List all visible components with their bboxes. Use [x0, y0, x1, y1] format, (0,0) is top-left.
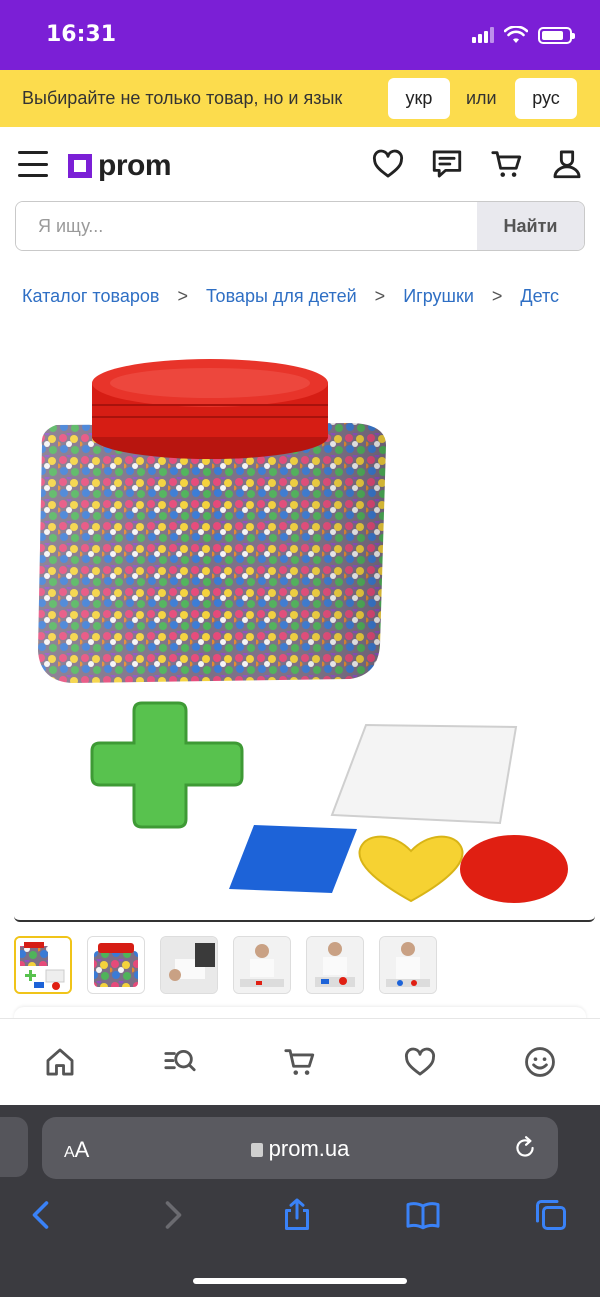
home-icon[interactable]	[43, 1045, 77, 1079]
wifi-icon	[504, 26, 528, 43]
heart-icon[interactable]	[403, 1045, 437, 1079]
heart-icon[interactable]	[371, 147, 405, 181]
lang-or-label: или	[466, 88, 497, 108]
status-time: 16:31	[46, 22, 117, 47]
chevron-right-icon: >	[491, 286, 503, 306]
url-display[interactable]: prom.ua	[42, 1136, 558, 1162]
breadcrumb-kids[interactable]: Детс	[520, 286, 559, 306]
product-image	[38, 359, 568, 903]
user-icon[interactable]	[550, 147, 584, 181]
breadcrumb-catalog[interactable]: Каталог товаров	[22, 286, 159, 306]
thumbnail-3[interactable]	[160, 936, 218, 994]
cart-icon[interactable]	[283, 1045, 317, 1079]
chat-icon[interactable]	[430, 147, 464, 181]
breadcrumb: Каталог товаров > Товары для детей > Игрушки…	[22, 286, 600, 312]
chevron-right-icon: >	[177, 286, 188, 306]
product-image-gallery[interactable]	[14, 345, 595, 922]
tabs-icon[interactable]	[533, 1197, 569, 1233]
search-bar: Найти	[15, 201, 585, 251]
logo-text: prom	[98, 149, 172, 182]
reload-icon[interactable]	[512, 1135, 538, 1161]
prom-logo[interactable]: prom	[68, 149, 172, 183]
thumbnail-2[interactable]	[87, 936, 145, 994]
bookmarks-icon[interactable]	[405, 1197, 441, 1233]
address-bar[interactable]: AA prom.ua	[42, 1117, 558, 1179]
thumbnail-4[interactable]	[233, 936, 291, 994]
breadcrumb-kids-goods[interactable]: Товары для детей	[206, 286, 357, 306]
forward-icon[interactable]	[154, 1197, 190, 1233]
cart-icon[interactable]	[490, 147, 524, 181]
language-banner-text: Выбирайте не только товар, но и язык	[22, 88, 343, 108]
status-icons	[472, 26, 575, 44]
status-bar: 16:31	[0, 0, 600, 70]
lang-rus-button[interactable]: рус	[515, 78, 577, 119]
smiley-icon[interactable]	[523, 1045, 557, 1079]
search-input[interactable]	[16, 202, 478, 250]
previous-tab-peek[interactable]	[0, 1117, 28, 1177]
search-button[interactable]: Найти	[477, 202, 584, 250]
lock-icon	[250, 1143, 263, 1157]
lang-ukr-button[interactable]: укр	[388, 78, 450, 119]
thumbnail-1[interactable]	[14, 936, 72, 994]
catalog-search-icon[interactable]	[163, 1045, 197, 1079]
chevron-right-icon: >	[374, 286, 386, 306]
site-header: prom	[0, 127, 600, 200]
bottom-nav	[0, 1018, 600, 1105]
share-icon[interactable]	[279, 1197, 315, 1233]
signal-icon	[472, 27, 494, 43]
home-indicator[interactable]	[193, 1278, 407, 1284]
thumbnail-strip	[14, 936, 594, 994]
language-banner: Выбирайте не только товар, но и язык укр…	[0, 70, 600, 127]
thumbnail-5[interactable]	[306, 936, 364, 994]
menu-icon[interactable]	[18, 151, 48, 177]
logo-mark	[68, 154, 92, 178]
url-text: prom.ua	[268, 1136, 350, 1161]
back-icon[interactable]	[24, 1197, 60, 1233]
thumbnail-6[interactable]	[379, 936, 437, 994]
battery-icon	[538, 26, 575, 44]
browser-toolbar: AA prom.ua	[0, 1105, 600, 1297]
breadcrumb-toys[interactable]: Игрушки	[403, 286, 474, 306]
